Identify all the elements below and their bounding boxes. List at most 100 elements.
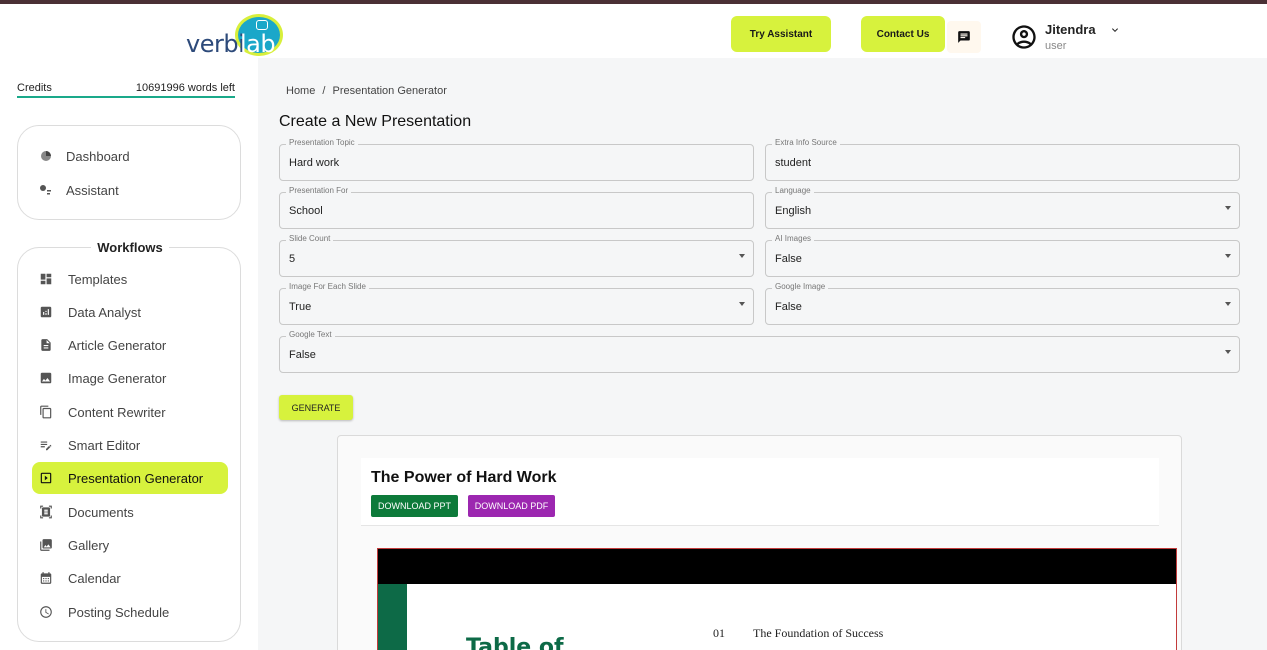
- google-image-select[interactable]: Google Image False: [765, 282, 1240, 325]
- sidebar-item-assistant[interactable]: Assistant: [32, 174, 228, 206]
- assistant-icon: [38, 182, 54, 198]
- preview-header: The Power of Hard Work DOWNLOAD PPT DOWN…: [361, 458, 1159, 526]
- document-scanner-icon: [38, 504, 54, 520]
- pie-chart-icon: [38, 148, 54, 164]
- field-label: Image For Each Slide: [286, 282, 369, 291]
- sidebar-item-label: Posting Schedule: [68, 604, 170, 620]
- sidebar-item-posting-schedule[interactable]: Posting Schedule: [32, 596, 228, 628]
- edit-note-icon: [38, 437, 54, 453]
- sidebar-item-label: Data Analyst: [68, 304, 141, 320]
- logo-text-right: lab: [240, 30, 276, 58]
- field-value: Hard work: [289, 157, 340, 169]
- calendar-icon: [38, 570, 54, 586]
- field-label: Presentation For: [286, 186, 352, 195]
- logo-robot-icon: [256, 20, 268, 30]
- dropdown-caret-icon: [1225, 302, 1231, 306]
- sidebar-item-documents[interactable]: Documents: [32, 496, 228, 528]
- sidebar-item-content-rewriter[interactable]: Content Rewriter: [32, 396, 228, 428]
- chevron-down-icon: [1112, 28, 1118, 32]
- field-label: Presentation Topic: [286, 138, 358, 147]
- try-assistant-button[interactable]: Try Assistant: [731, 16, 831, 52]
- sidebar-item-label: Article Generator: [68, 337, 167, 353]
- chat-icon: [958, 31, 970, 43]
- sidebar-item-smart-editor[interactable]: Smart Editor: [32, 429, 228, 461]
- dropdown-caret-icon: [1225, 206, 1231, 210]
- sidebar-item-dashboard[interactable]: Dashboard: [32, 140, 228, 172]
- slide-count-select[interactable]: Slide Count 5: [279, 234, 754, 277]
- credits-bar: Credits 10691996 words left: [17, 82, 235, 98]
- article-icon: [38, 337, 54, 353]
- sidebar-item-image-generator[interactable]: Image Generator: [32, 362, 228, 394]
- download-ppt-button[interactable]: DOWNLOAD PPT: [371, 495, 458, 517]
- dropdown-caret-icon: [1225, 254, 1231, 258]
- sidebar-item-label: Documents: [68, 504, 134, 520]
- breadcrumb-current: Presentation Generator: [332, 85, 447, 97]
- clock-icon: [38, 604, 54, 620]
- sidebar-item-label: Calendar: [68, 570, 121, 586]
- breadcrumb-separator: /: [322, 85, 326, 97]
- breadcrumb-home[interactable]: Home: [286, 85, 315, 97]
- dropdown-caret-icon: [1225, 350, 1231, 354]
- image-icon: [38, 370, 54, 386]
- copy-icon: [38, 404, 54, 420]
- user-name: Jitendra: [1045, 22, 1096, 37]
- field-value: True: [289, 301, 312, 313]
- dashboard-icon: [38, 271, 54, 287]
- field-label: Slide Count: [286, 234, 334, 243]
- preview-title: The Power of Hard Work: [371, 469, 557, 486]
- analytics-icon: [38, 304, 54, 320]
- verbilab-logo[interactable]: verbi lab: [186, 14, 286, 58]
- sidebar-item-label: Assistant: [66, 182, 119, 198]
- slide-heading: Table of: [466, 635, 564, 650]
- chat-button[interactable]: [947, 21, 981, 53]
- sidebar-item-templates[interactable]: Templates: [32, 263, 228, 295]
- dropdown-caret-icon: [739, 254, 745, 258]
- slideshow-icon: [38, 470, 54, 486]
- image-for-each-slide-select[interactable]: Image For Each Slide True: [279, 282, 754, 325]
- sidebar-item-label: Dashboard: [66, 148, 130, 164]
- sidebar-item-label: Smart Editor: [68, 437, 141, 453]
- download-pdf-button[interactable]: DOWNLOAD PDF: [468, 495, 555, 517]
- sidebar: Credits 10691996 words left Dashboard As…: [0, 58, 258, 650]
- gallery-icon: [38, 537, 54, 553]
- field-label: Language: [772, 186, 814, 195]
- contact-us-button[interactable]: Contact Us: [861, 16, 945, 52]
- sidebar-item-gallery[interactable]: Gallery: [32, 529, 228, 561]
- logo-text-left: verbi: [186, 30, 245, 58]
- sidebar-item-presentation-generator[interactable]: Presentation Generator: [32, 462, 228, 494]
- slide-preview: Table of 01 The Foundation of Success: [377, 548, 1177, 650]
- sidebar-item-label: Gallery: [68, 537, 110, 553]
- header: verbi lab Try Assistant Contact Us Jiten…: [0, 4, 1267, 58]
- page-title: Create a New Presentation: [279, 113, 472, 130]
- slide-top-band: [378, 549, 1176, 584]
- sidebar-item-calendar[interactable]: Calendar: [32, 562, 228, 594]
- generate-button[interactable]: GENERATE: [279, 395, 353, 420]
- presentation-preview: The Power of Hard Work DOWNLOAD PPT DOWN…: [337, 435, 1182, 650]
- extra-info-source-field[interactable]: Extra Info Source student: [765, 138, 1240, 181]
- sidebar-item-label: Content Rewriter: [68, 404, 166, 420]
- field-value: False: [775, 253, 802, 265]
- presentation-for-field[interactable]: Presentation For School: [279, 186, 754, 229]
- sidebar-item-label: Presentation Generator: [68, 470, 204, 486]
- main-nav-card: Dashboard Assistant: [17, 125, 241, 220]
- breadcrumb: Home / Presentation Generator: [286, 85, 447, 97]
- google-text-select[interactable]: Google Text False: [279, 330, 1240, 373]
- account-circle-icon: [1012, 25, 1036, 49]
- field-value: student: [775, 157, 812, 169]
- user-role: user: [1045, 40, 1067, 52]
- sidebar-item-data-analyst[interactable]: Data Analyst: [32, 296, 228, 328]
- field-label: Extra Info Source: [772, 138, 840, 147]
- credits-label: Credits: [17, 82, 52, 94]
- field-value: 5: [289, 253, 296, 265]
- field-value: False: [775, 301, 802, 313]
- sidebar-item-article-generator[interactable]: Article Generator: [32, 329, 228, 361]
- sidebar-item-label: Templates: [68, 271, 128, 287]
- slide-item-text: The Foundation of Success: [753, 626, 884, 640]
- language-select[interactable]: Language English: [765, 186, 1240, 229]
- field-value: False: [289, 349, 316, 361]
- ai-images-select[interactable]: AI Images False: [765, 234, 1240, 277]
- user-menu[interactable]: Jitendra user: [1010, 20, 1140, 54]
- presentation-topic-field[interactable]: Presentation Topic Hard work: [279, 138, 754, 181]
- sidebar-item-label: Image Generator: [68, 370, 167, 386]
- slide-item-number: 01: [713, 626, 725, 640]
